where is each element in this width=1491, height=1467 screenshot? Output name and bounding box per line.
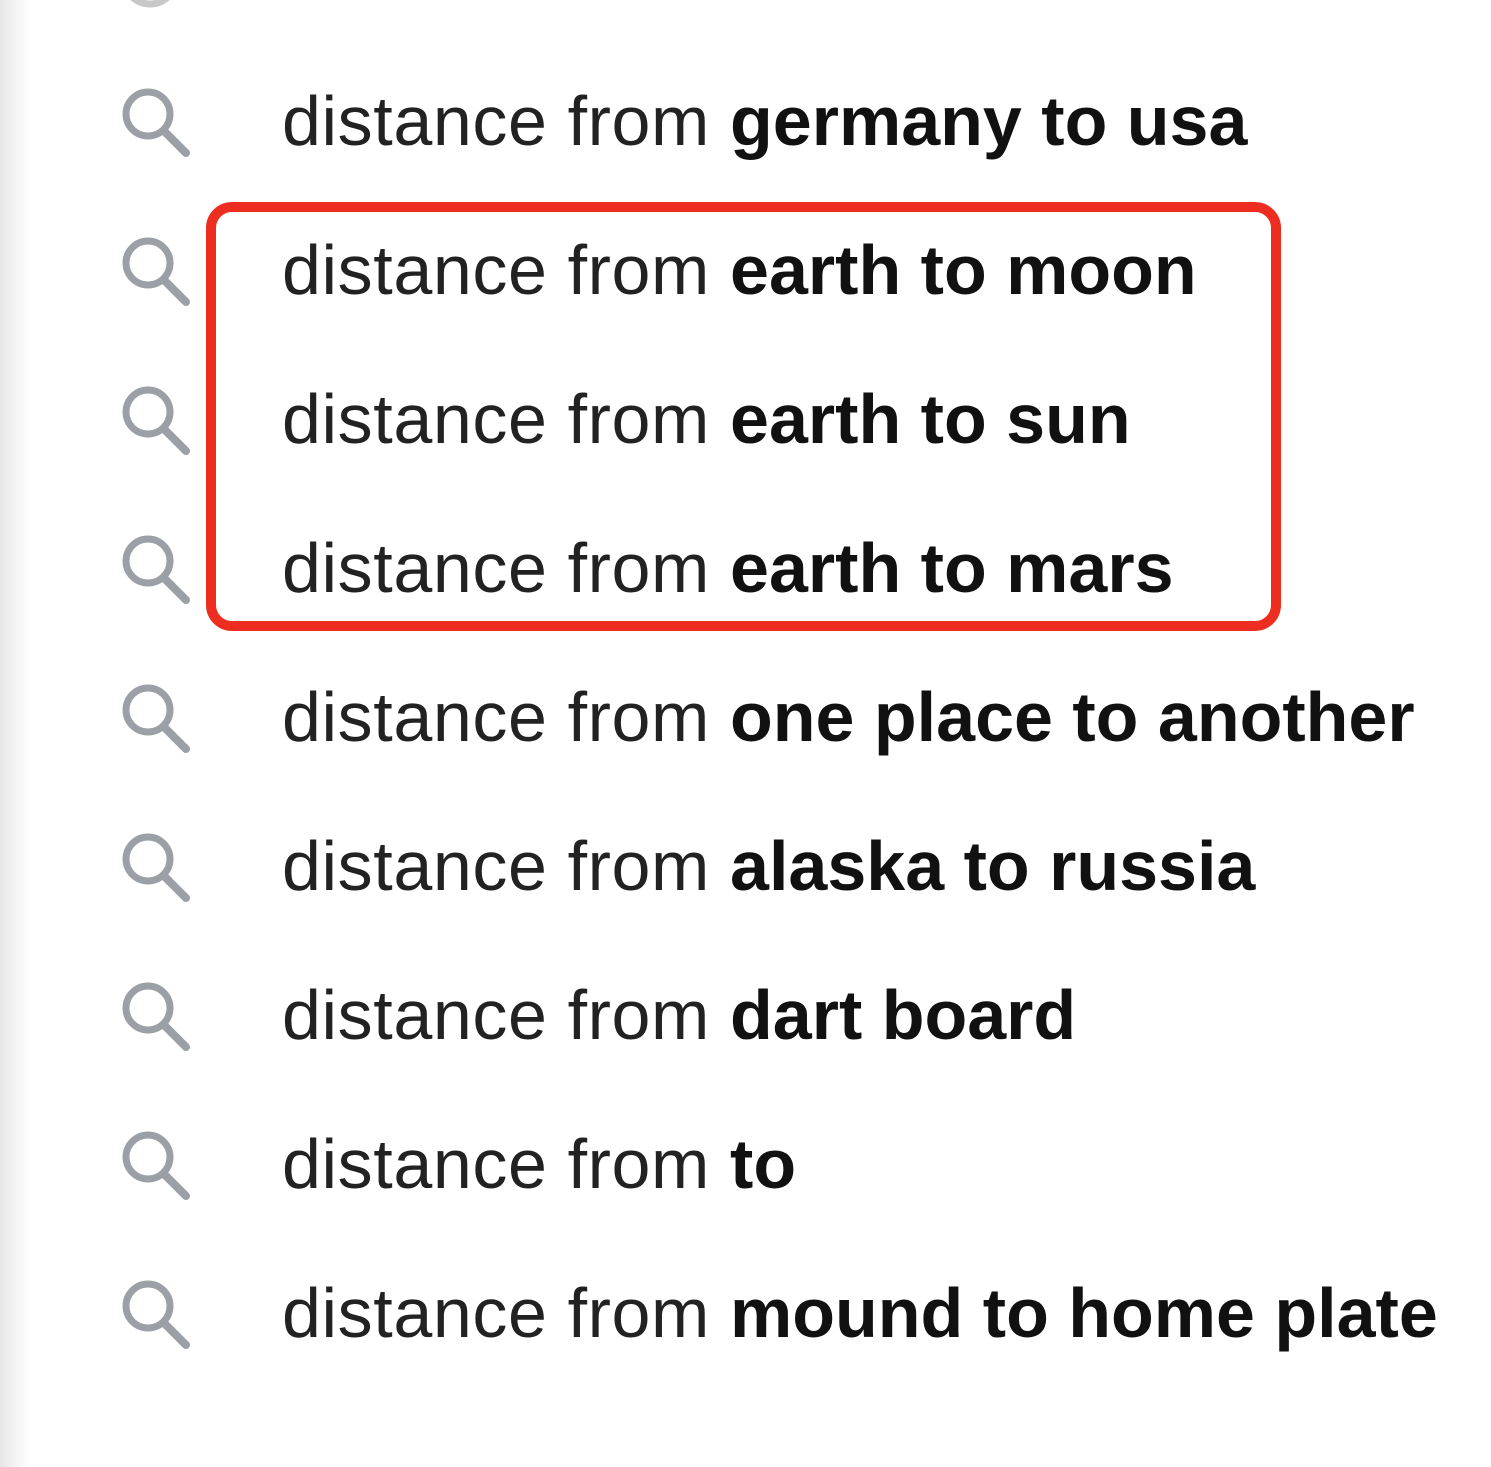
suggestion-completion: germany to usa xyxy=(730,82,1248,160)
search-icon xyxy=(114,1274,194,1354)
autocomplete-suggestion-list: distance from germany to usa distance fr… xyxy=(0,46,1491,1387)
cut-off-suggestion-row[interactable] xyxy=(0,0,1491,12)
suggestion-query-prefix: distance from xyxy=(282,529,731,607)
suggestion-text: distance from alaska to russia xyxy=(282,824,1255,908)
search-icon xyxy=(114,231,194,311)
search-icon xyxy=(114,1125,194,1205)
suggestion-item[interactable]: distance from dart board xyxy=(0,940,1491,1089)
suggestion-query-prefix: distance from xyxy=(282,976,731,1054)
suggestion-item[interactable]: distance from to xyxy=(0,1089,1491,1238)
suggestion-completion: dart board xyxy=(730,976,1077,1054)
suggestion-item[interactable]: distance from mound to home plate xyxy=(0,1238,1491,1387)
search-icon xyxy=(114,529,194,609)
suggestion-query-prefix: distance from xyxy=(282,1274,731,1352)
suggestion-text: distance from mound to home plate xyxy=(282,1271,1438,1355)
history-icon xyxy=(118,0,182,10)
suggestion-completion: to xyxy=(730,1125,797,1203)
search-icon xyxy=(114,976,194,1056)
suggestion-text: distance from dart board xyxy=(282,973,1076,1057)
suggestion-completion: one place to another xyxy=(730,678,1415,756)
autocomplete-page: distance from germany to usa distance fr… xyxy=(0,0,1491,1467)
suggestion-item[interactable]: distance from earth to mars xyxy=(0,493,1491,642)
suggestion-query-prefix: distance from xyxy=(282,827,731,905)
search-icon xyxy=(114,678,194,758)
suggestion-text: distance from germany to usa xyxy=(282,79,1247,163)
suggestion-query-prefix: distance from xyxy=(282,678,731,756)
suggestion-completion: earth to sun xyxy=(730,380,1131,458)
suggestion-completion: earth to moon xyxy=(730,231,1197,309)
suggestion-text: distance from one place to another xyxy=(282,675,1415,759)
suggestion-item[interactable]: distance from earth to sun xyxy=(0,344,1491,493)
suggestion-item[interactable]: distance from earth to moon xyxy=(0,195,1491,344)
suggestion-completion: alaska to russia xyxy=(730,827,1256,905)
suggestion-completion: earth to mars xyxy=(730,529,1174,607)
suggestion-text: distance from earth to sun xyxy=(282,377,1131,461)
suggestion-item[interactable]: distance from germany to usa xyxy=(0,46,1491,195)
suggestion-query-prefix: distance from xyxy=(282,1125,731,1203)
suggestion-item[interactable]: distance from one place to another xyxy=(0,642,1491,791)
search-icon xyxy=(114,827,194,907)
suggestion-text: distance from earth to mars xyxy=(282,526,1174,610)
suggestion-query-prefix: distance from xyxy=(282,231,731,309)
suggestion-text: distance from to xyxy=(282,1122,796,1206)
suggestion-query-prefix: distance from xyxy=(282,380,731,458)
suggestion-completion: mound to home plate xyxy=(730,1274,1438,1352)
suggestion-query-prefix: distance from xyxy=(282,82,731,160)
search-icon xyxy=(114,380,194,460)
suggestion-text: distance from earth to moon xyxy=(282,228,1197,312)
suggestion-item[interactable]: distance from alaska to russia xyxy=(0,791,1491,940)
search-icon xyxy=(114,82,194,162)
